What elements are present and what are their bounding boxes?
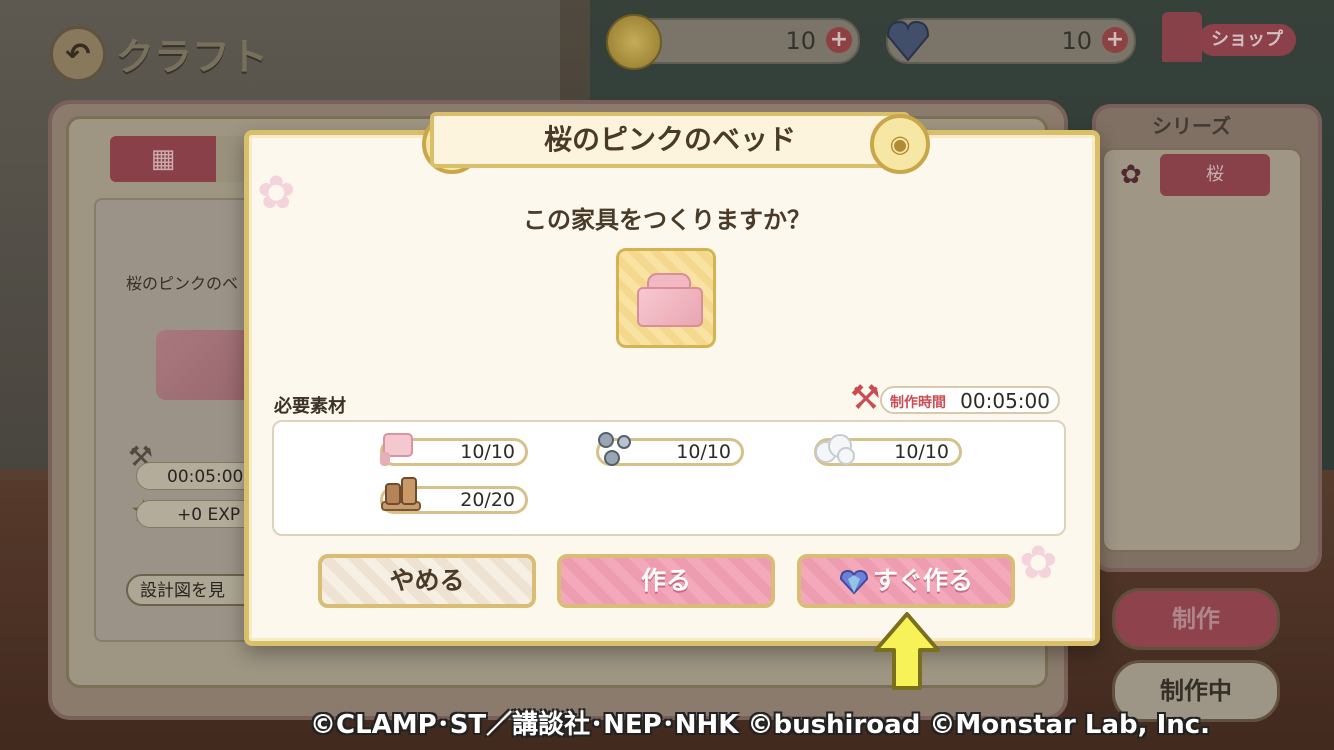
dialog-question: この家具をつくりますか？ bbox=[523, 206, 811, 234]
bed-icon bbox=[637, 287, 703, 327]
emblem-right-icon: ◉ bbox=[870, 114, 930, 174]
dialog-title: 桜のピンクのベッド bbox=[430, 112, 910, 168]
pointer-arrow-icon bbox=[874, 612, 940, 690]
cotton-icon bbox=[815, 434, 855, 465]
craft-time-label: 制作時間 bbox=[890, 395, 946, 411]
instant-craft-label: すぐ作る bbox=[872, 566, 973, 595]
heart-gem-icon bbox=[839, 569, 868, 595]
hammer-icon: ⚒ bbox=[850, 378, 881, 418]
wood-log-icon bbox=[381, 477, 421, 511]
required-materials-label: 必要素材 bbox=[274, 396, 346, 417]
screws-icon bbox=[598, 432, 631, 466]
petal-decoration: ✿ bbox=[1019, 535, 1058, 589]
copyright-notice: ©CLAMP･ST／講談社･NEP･NHK ©bushiroad ©Monsta… bbox=[310, 710, 1211, 740]
craft-time-value: 00:05:00 bbox=[960, 389, 1050, 413]
craft-button[interactable]: 作る bbox=[557, 554, 775, 608]
fabric-roll-icon bbox=[380, 433, 413, 466]
instant-craft-button[interactable]: すぐ作る bbox=[797, 554, 1015, 608]
craft-time-badge: ⚒ 制作時間 00:05:00 bbox=[850, 378, 1060, 418]
cancel-button[interactable]: やめる bbox=[318, 554, 536, 608]
furniture-preview bbox=[616, 248, 716, 348]
